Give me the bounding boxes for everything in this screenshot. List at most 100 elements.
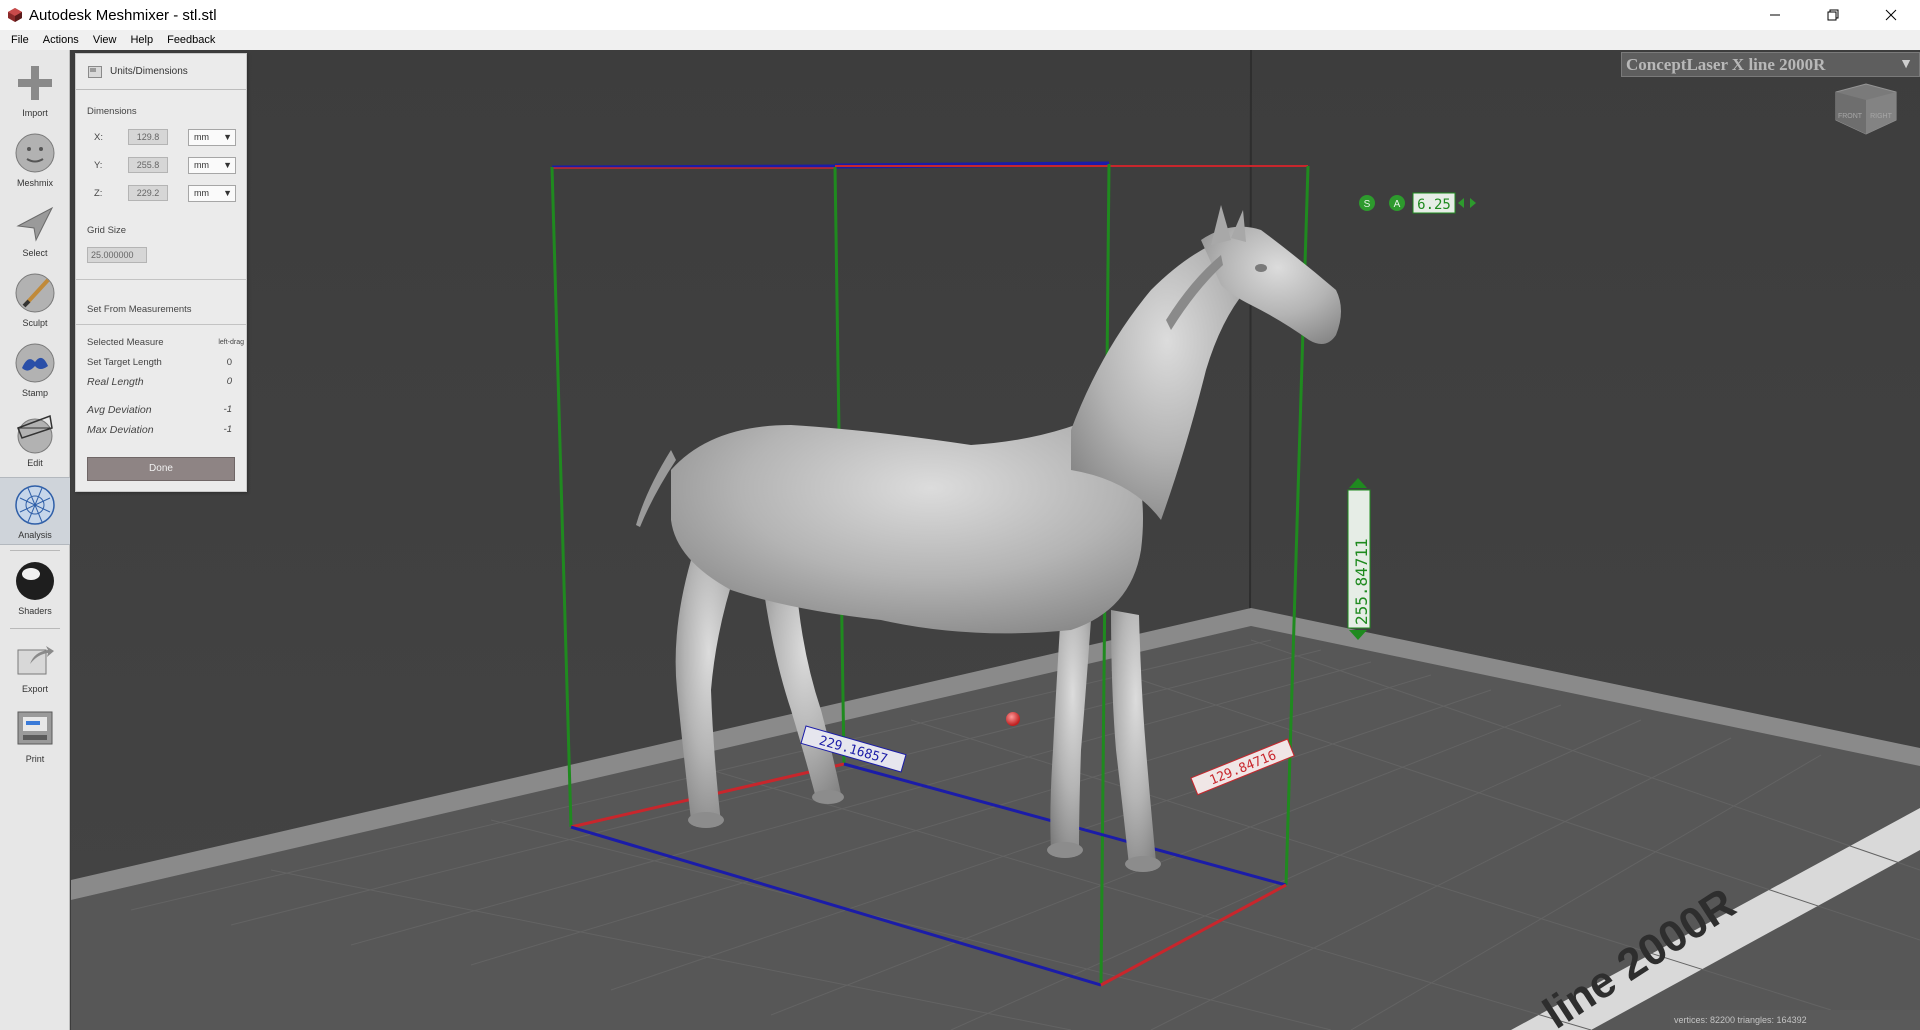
real-length-label: Real Length <box>87 376 144 388</box>
printer-name: ConceptLaser X line 2000R <box>1626 55 1826 74</box>
tool-import[interactable]: Import <box>0 56 70 124</box>
scene-canvas: line 2000R 229.16857 129.84716 255.84711… <box>71 50 1920 1030</box>
x-unit-select[interactable]: mm ▼ <box>188 129 236 146</box>
window-title: Autodesk Meshmixer - stl.stl <box>29 6 217 24</box>
tool-label: Sculpt <box>22 318 48 328</box>
svg-text:S: S <box>1364 199 1371 210</box>
stamp-icon <box>15 343 55 383</box>
height-measurement[interactable]: 255.84711 <box>1347 478 1371 640</box>
3d-viewport[interactable]: line 2000R 229.16857 129.84716 255.84711… <box>71 50 1920 1030</box>
shader-sphere-icon <box>16 562 54 600</box>
tool-label: Edit <box>27 458 43 468</box>
set-target-length-label: Set Target Length <box>87 357 162 368</box>
x-unit-value: mm <box>194 132 209 142</box>
chevron-down-icon: ▼ <box>223 160 232 170</box>
tool-sculpt[interactable]: Sculpt <box>0 266 70 334</box>
viewcube-front-label: FRONT <box>1838 113 1863 120</box>
z-unit-select[interactable]: mm ▼ <box>188 185 236 202</box>
set-from-measurements-heading: Set From Measurements <box>87 304 192 315</box>
avg-deviation-label: Avg Deviation <box>87 404 152 416</box>
avg-deviation-value: -1 <box>223 404 232 415</box>
title-bar: Autodesk Meshmixer - stl.stl <box>0 0 1920 30</box>
tool-label: Export <box>21 684 48 694</box>
left-toolbar: Import Meshmix Select Sculpt Stamp Edit … <box>0 50 70 1030</box>
toolbar-separator <box>10 628 60 629</box>
printer-icon <box>17 711 53 745</box>
plus-icon <box>18 66 52 100</box>
tool-print[interactable]: Print <box>0 702 70 770</box>
height-label: 255.84711 <box>1352 538 1371 625</box>
menu-help[interactable]: Help <box>123 34 160 46</box>
tool-label: Import <box>22 108 48 118</box>
max-deviation-label: Max Deviation <box>87 424 154 436</box>
max-deviation-value: -1 <box>223 424 232 435</box>
selected-measure-value: left-drag <box>218 339 244 346</box>
printer-select[interactable]: ConceptLaser X line 2000R ▼ <box>1621 52 1920 77</box>
menu-bar: File Actions View Help Feedback <box>0 30 1920 50</box>
grid-size-field[interactable]: 25.000000 <box>87 247 147 263</box>
tool-label: Shaders <box>18 606 52 616</box>
viewcube-right-label: RIGHT <box>1870 113 1893 120</box>
view-cube[interactable]: FRONT RIGHT <box>1830 78 1902 142</box>
menu-file[interactable]: File <box>4 34 36 46</box>
y-dimension-field[interactable]: 255.8 <box>128 157 168 173</box>
tool-shaders[interactable]: Shaders <box>0 554 70 622</box>
z-dimension-field[interactable]: 229.2 <box>128 185 168 201</box>
y-unit-select[interactable]: mm ▼ <box>188 157 236 174</box>
tool-label: Analysis <box>18 530 52 540</box>
grid-size-heading: Grid Size <box>87 225 127 236</box>
selected-measure-label: Selected Measure <box>87 337 164 348</box>
tool-export[interactable]: Export <box>0 632 70 700</box>
done-button[interactable]: Done <box>87 457 235 481</box>
panel-collapse-icon[interactable] <box>88 65 102 78</box>
dimensions-heading: Dimensions <box>87 106 137 117</box>
x-label: X: <box>94 132 103 143</box>
x-dimension-field[interactable]: 129.8 <box>128 129 168 145</box>
y-label: Y: <box>94 160 103 171</box>
meshmixer-window: Autodesk Meshmixer - stl.stl File Action… <box>0 0 1920 1030</box>
z-unit-value: mm <box>194 188 209 198</box>
menu-feedback[interactable]: Feedback <box>160 34 222 46</box>
tool-stamp[interactable]: Stamp <box>0 336 70 404</box>
panel-header: Units/Dimensions <box>76 54 246 90</box>
brush-icon <box>15 273 55 313</box>
status-bar: vertices: 82200 triangles: 164392 <box>1670 1010 1920 1030</box>
minimize-icon <box>1770 14 1780 16</box>
meshmixer-logo-icon <box>8 8 22 22</box>
svg-text:6.25: 6.25 <box>1417 197 1451 213</box>
units-dimensions-panel: Units/Dimensions Dimensions X: 129.8 mm ▼… <box>75 53 247 492</box>
meshmix-sphere-icon <box>15 133 55 173</box>
tool-edit[interactable]: Edit <box>0 406 70 474</box>
close-button[interactable] <box>1862 0 1920 30</box>
restore-icon <box>1827 9 1839 21</box>
svg-text:A: A <box>1394 199 1401 210</box>
cursor-arrow-icon <box>16 206 54 242</box>
tool-label: Print <box>25 754 45 764</box>
analysis-icon <box>15 485 55 525</box>
minimize-button[interactable] <box>1746 0 1804 30</box>
edit-mesh-icon <box>17 414 53 454</box>
chevron-down-icon: ▼ <box>1899 57 1913 72</box>
panel-divider <box>76 279 246 280</box>
menu-view[interactable]: View <box>86 34 124 46</box>
export-icon <box>17 646 54 675</box>
y-unit-value: mm <box>194 160 209 170</box>
z-label: Z: <box>94 188 103 199</box>
close-icon <box>1885 9 1897 21</box>
tool-meshmix[interactable]: Meshmix <box>0 126 70 194</box>
tool-label: Stamp <box>21 388 48 398</box>
toolbar-separator <box>10 550 60 551</box>
restore-button[interactable] <box>1804 0 1862 30</box>
tool-analysis[interactable]: Analysis <box>0 477 70 545</box>
menu-actions[interactable]: Actions <box>36 34 86 46</box>
tool-label: Meshmix <box>16 178 53 188</box>
set-target-length-value[interactable]: 0 <box>186 357 232 368</box>
panel-divider <box>76 324 246 325</box>
panel-title: Units/Dimensions <box>110 66 188 77</box>
tool-select[interactable]: Select <box>0 196 70 264</box>
pivot-ball[interactable] <box>1006 712 1020 726</box>
tool-label: Select <box>22 248 48 258</box>
chevron-down-icon: ▼ <box>223 132 232 142</box>
chevron-down-icon: ▼ <box>223 188 232 198</box>
real-length-value[interactable]: 0 <box>186 376 232 387</box>
